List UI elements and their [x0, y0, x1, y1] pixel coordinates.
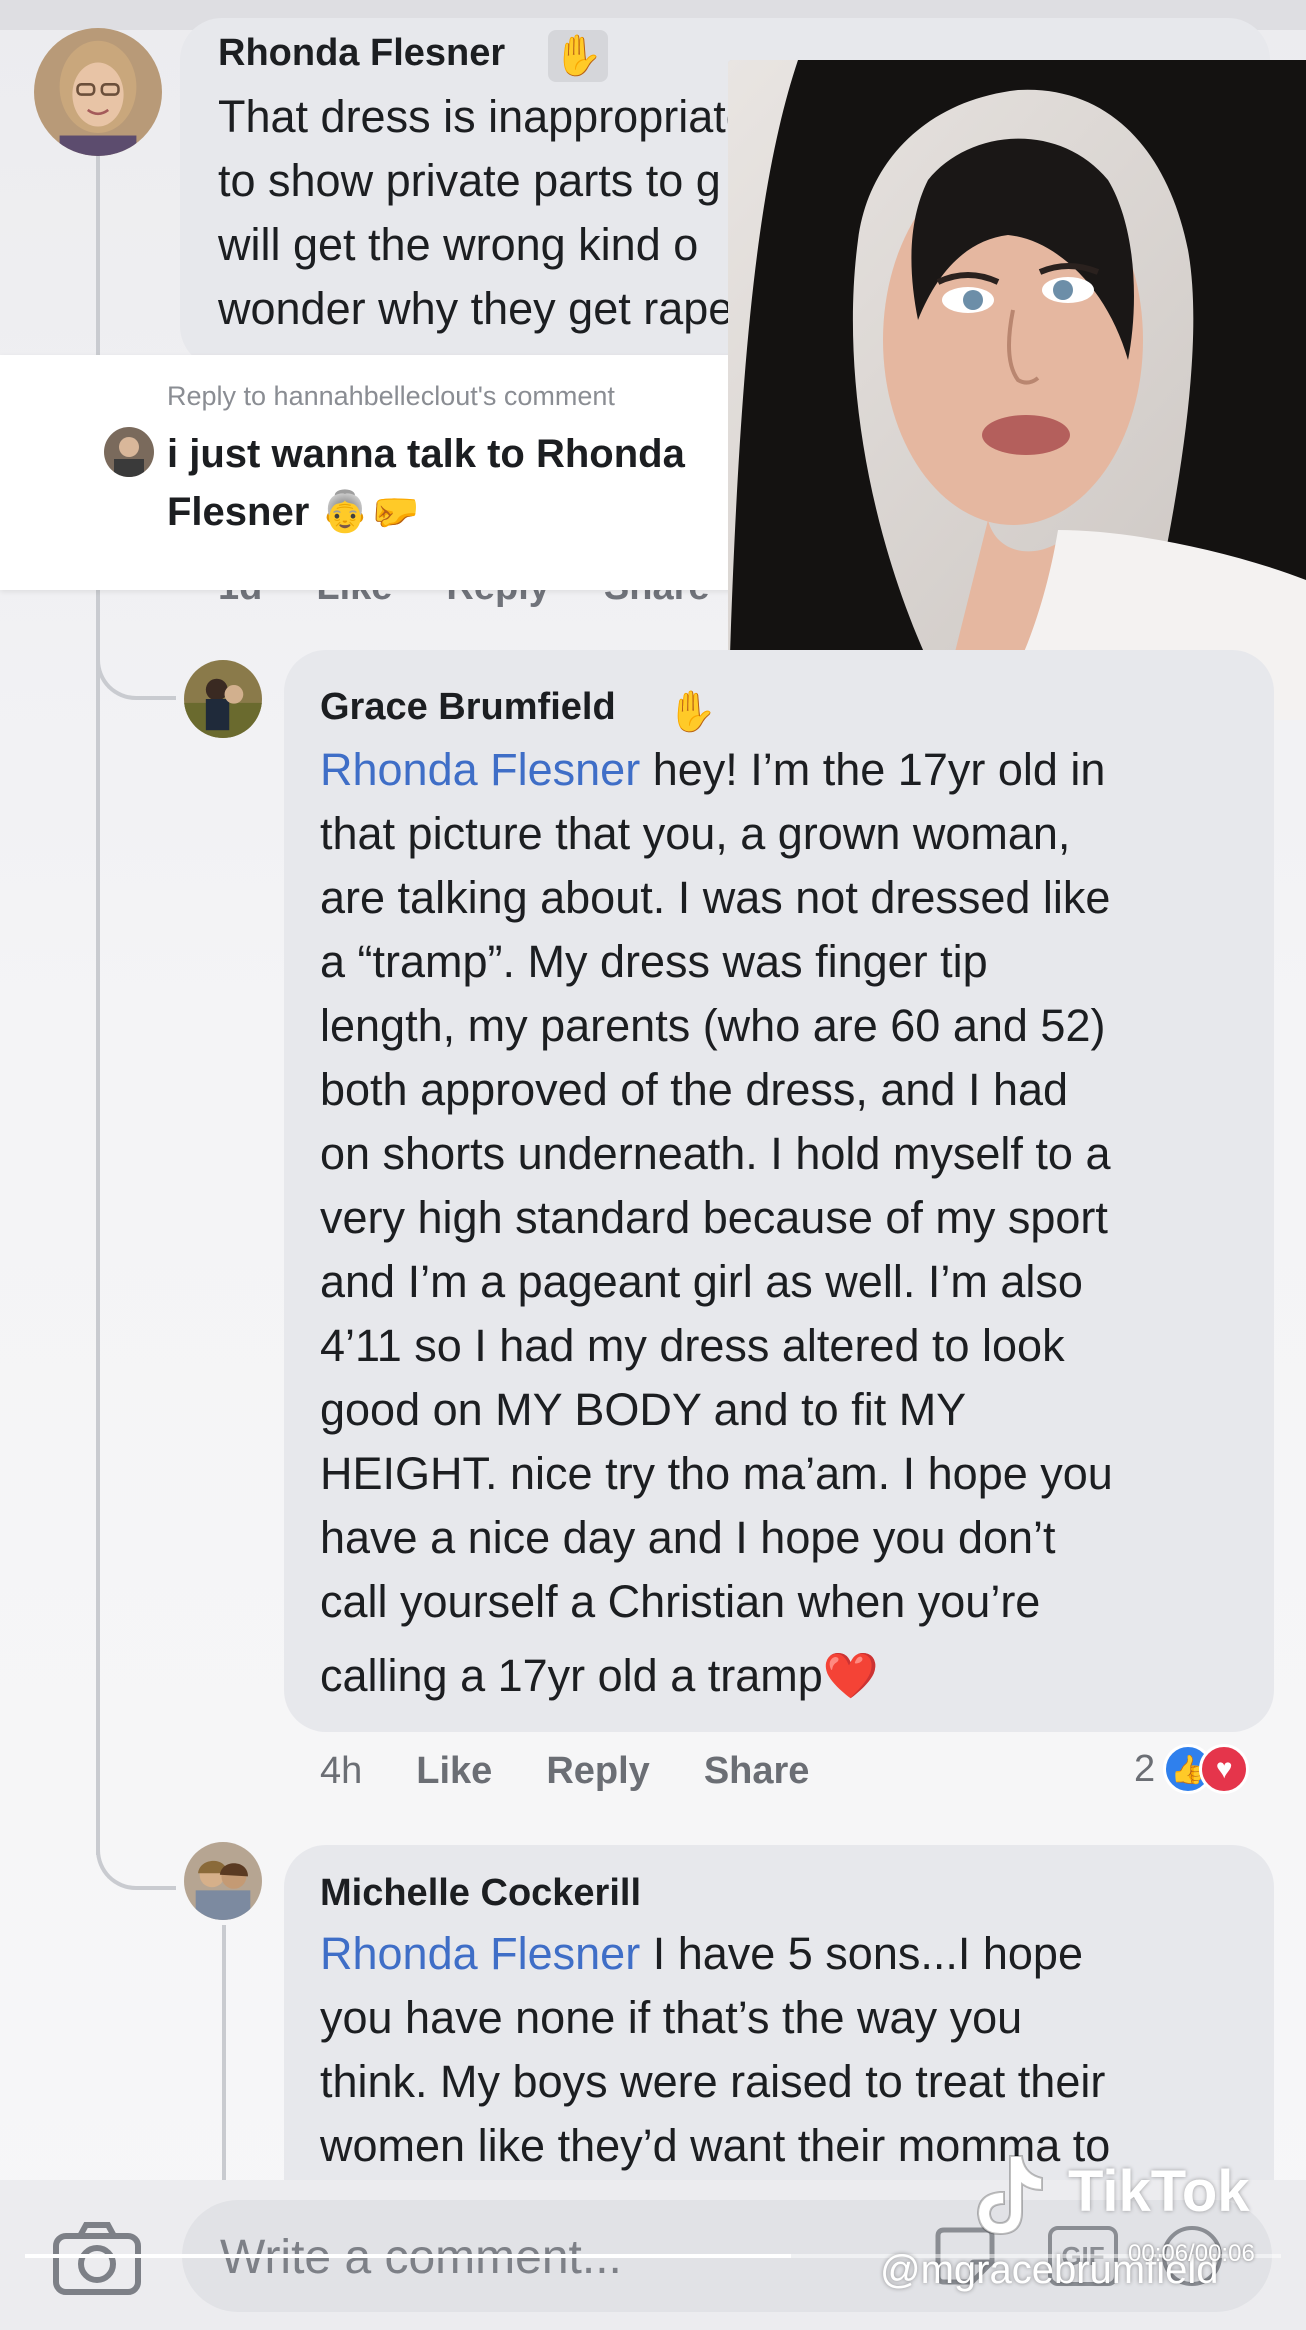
avatar-hannah — [104, 427, 154, 477]
like-button[interactable]: Like — [416, 1750, 492, 1792]
comment-line: are talking about. I was not dressed lik… — [320, 872, 1111, 923]
comment-line: a “tramp”. My dress was finger tip — [320, 936, 988, 987]
camera-icon[interactable] — [52, 2220, 142, 2296]
wave-icon[interactable]: ✋ — [662, 686, 722, 738]
reply-sticker: Reply to hannahbelleclout's comment i ju… — [0, 355, 805, 590]
thread-connector — [96, 640, 176, 700]
wave-icon[interactable]: ✋ — [548, 30, 608, 82]
comment-author[interactable]: Grace Brumfield — [320, 686, 616, 729]
comment-actions: 4h Like Reply Share — [320, 1750, 863, 1793]
comment-line: you have none if that’s the way you — [320, 1992, 1023, 2043]
avatar-grace[interactable] — [184, 660, 262, 738]
comment-line: call yourself a Christian when you’re — [320, 1576, 1041, 1627]
tiktok-wordmark: TikTok — [1068, 2159, 1250, 2224]
thread-connector — [96, 1830, 176, 1890]
tiktok-logo-icon — [970, 2150, 1050, 2240]
video-time: 00:06/00:06 — [1128, 2240, 1255, 2267]
mention-link[interactable]: Rhonda Flesner — [320, 744, 640, 795]
comment-line: Rhonda Flesner I have 5 sons...I hope — [320, 1922, 1083, 1986]
comment-line: Rhonda Flesner hey! I’m the 17yr old in — [320, 738, 1105, 802]
comment-line: have a nice day and I hope you don’t — [320, 1512, 1056, 1563]
avatar-rhonda[interactable] — [34, 28, 162, 156]
comment-line: that picture that you, a grown woman, — [320, 808, 1071, 859]
reply-text: i just wanna talk to Rhonda Flesner 👵🤛 — [167, 432, 685, 534]
comment-line: and I’m a pageant girl as well. I’m also — [320, 1256, 1083, 1307]
video-overlay[interactable] — [728, 60, 1306, 720]
reaction-count: 2 — [1134, 1747, 1156, 1790]
comment-time: 4h — [320, 1750, 363, 1792]
comment-line: both approved of the dress, and I had — [320, 1064, 1069, 1115]
comment-line: to show private parts to g ou — [218, 155, 784, 206]
comment-author[interactable]: Michelle Cockerill — [320, 1872, 641, 1915]
comment-line: will get the wrong kind o — [218, 219, 699, 270]
comment-line: very high standard because of my sport — [320, 1192, 1108, 1243]
reply-button[interactable]: Reply — [546, 1750, 649, 1792]
reply-caption: Reply to hannahbelleclout's comment — [167, 381, 615, 411]
comment-author[interactable]: Rhonda Flesner — [218, 32, 505, 75]
comment-line: on shorts underneath. I hold myself to a — [320, 1128, 1111, 1179]
comment-line: calling a 17yr old a tramp❤️ — [320, 1650, 879, 1701]
video-progress-fill — [25, 2254, 792, 2258]
thread-line — [222, 1925, 226, 2190]
comment-line: HEIGHT. nice try tho ma’am. I hope you — [320, 1448, 1113, 1499]
share-button[interactable]: Share — [704, 1750, 810, 1792]
reaction-summary[interactable]: 2 👍 ♥ — [1134, 1744, 1250, 1794]
love-reaction-icon: ♥ — [1199, 1744, 1250, 1794]
comment-text: hey! I’m the 17yr old in — [640, 744, 1106, 795]
comment-line: think. My boys were raised to treat thei… — [320, 2056, 1106, 2107]
comment-text: I have 5 sons...I hope — [640, 1928, 1083, 1979]
avatar-michelle[interactable] — [184, 1842, 262, 1920]
comment-line: wonder why they get rape ke — [218, 283, 794, 334]
mention-link[interactable]: Rhonda Flesner — [320, 1928, 640, 1979]
comment-line: 4’11 so I had my dress altered to look — [320, 1320, 1065, 1371]
comment-line: length, my parents (who are 60 and 52) — [320, 1000, 1106, 1051]
comment-line: good on MY BODY and to fit MY — [320, 1384, 967, 1435]
